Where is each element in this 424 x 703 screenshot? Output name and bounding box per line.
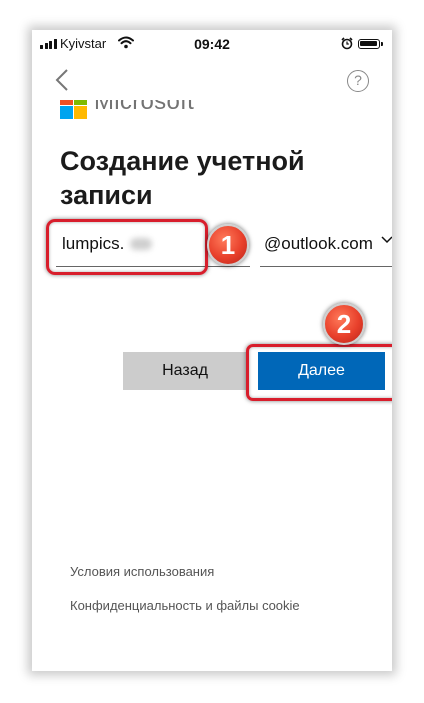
phone-screen: Kyivstar 09:42 ? Microsoft Создание учет…: [32, 30, 392, 671]
back-button[interactable]: Назад: [123, 352, 247, 390]
brand: Microsoft: [60, 100, 260, 124]
status-bar: Kyivstar 09:42: [32, 30, 392, 58]
battery-icon: [358, 39, 383, 49]
chevron-down-icon: [381, 236, 392, 244]
page-title: Создание учетной записи: [60, 146, 305, 210]
brand-name: Microsoft: [94, 100, 195, 115]
help-icon[interactable]: ?: [347, 70, 369, 92]
step-badge-2: 2: [323, 303, 365, 345]
domain-value: @outlook.com: [264, 234, 373, 253]
microsoft-logo-icon: [60, 100, 87, 119]
domain-select[interactable]: @outlook.com: [260, 222, 392, 267]
chevron-left-icon[interactable]: [52, 68, 72, 92]
privacy-link[interactable]: Конфиденциальность и файлы cookie: [70, 598, 300, 613]
highlight-next-button: [246, 344, 392, 401]
step-badge-1: 1: [207, 224, 249, 266]
highlight-username: [46, 219, 208, 275]
clock: 09:42: [194, 36, 230, 52]
alarm-icon: [341, 37, 353, 50]
terms-link[interactable]: Условия использования: [70, 564, 214, 579]
